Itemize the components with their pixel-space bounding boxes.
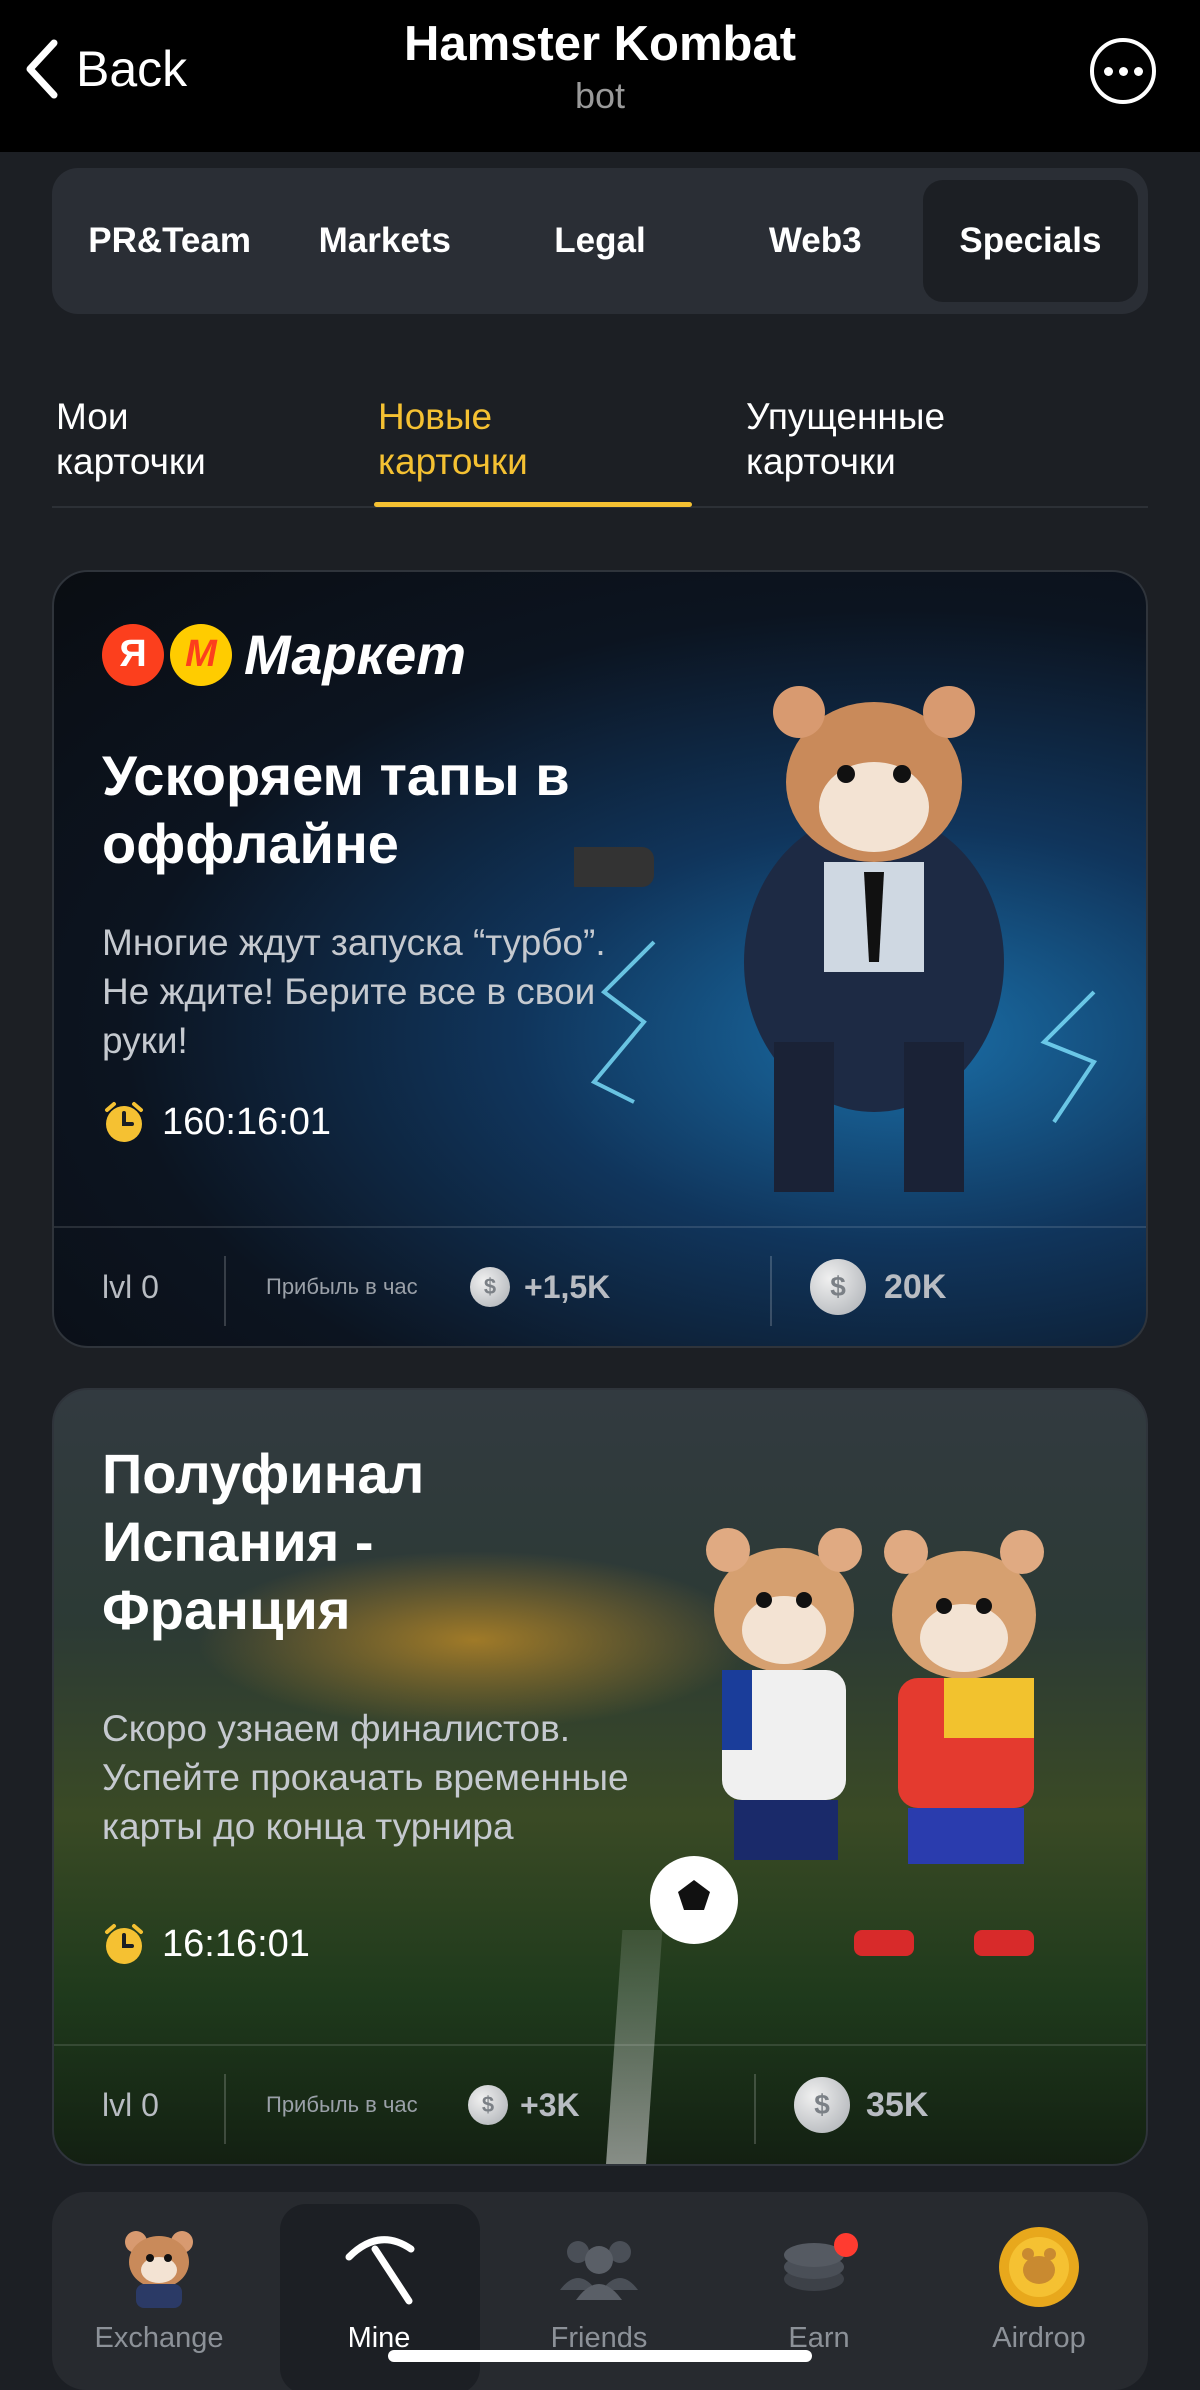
tab-prteam[interactable]: PR&Team	[62, 180, 277, 302]
divider	[224, 1256, 226, 1326]
timer-value: 160:16:01	[162, 1100, 332, 1143]
back-button[interactable]: Back	[22, 34, 187, 104]
coin-icon: $	[810, 1259, 866, 1315]
tab-specials[interactable]: Specials	[922, 180, 1139, 302]
card-timer: 16:16:01	[102, 1922, 310, 1966]
coin-icon: $	[470, 1267, 510, 1307]
tab-markets[interactable]: Markets	[277, 180, 492, 302]
brand-ya-mark: Я	[102, 623, 164, 686]
coins-icon	[774, 2222, 864, 2312]
profit-label: Прибыль в час	[266, 2092, 418, 2117]
app-title: Hamster Kombat	[403, 17, 797, 71]
card-footer: lvl 0 Прибыль в час $ +3K $ 35K	[54, 2044, 1146, 2164]
card-title: Полуфинал Испания - Франция	[102, 1442, 425, 1641]
profit-label: Прибыль в час	[266, 1274, 418, 1299]
dot-icon	[1133, 66, 1143, 76]
airdrop-coin-icon	[994, 2222, 1084, 2312]
hamster-icon	[114, 2222, 204, 2312]
card-description: Многие ждут запуска “турбо”. Не ждите! Б…	[102, 922, 606, 1061]
profit-per-hour-value: +1,5K	[524, 1268, 611, 1305]
tab-my-cards[interactable]: Мои карточки	[56, 394, 206, 484]
brand-name: Маркет	[244, 623, 467, 686]
nav-label: Exchange	[94, 2322, 224, 2354]
title-block: Hamster Kombat bot	[300, 14, 900, 118]
coin-icon: $	[794, 2077, 850, 2133]
app-subtitle: bot	[574, 75, 626, 116]
tab-missed-cards[interactable]: Упущенные карточки	[746, 394, 945, 484]
divider	[224, 2074, 226, 2144]
active-tab-indicator	[374, 502, 692, 507]
card-title: Ускоряем тапы в оффлайне	[102, 744, 570, 875]
category-tabs: PR&Team Markets Legal Web3 Specials	[52, 168, 1148, 314]
friends-icon	[554, 2222, 644, 2312]
card-filter-tabs: Мои карточки Новые карточки Упущенные ка…	[52, 380, 1148, 508]
back-label: Back	[76, 41, 188, 97]
dot-icon	[1103, 66, 1113, 76]
brand-m-mark: М	[170, 623, 232, 686]
divider	[754, 2074, 756, 2144]
dot-icon	[1118, 66, 1128, 76]
upgrade-card-semifinal[interactable]: Полуфинал Испания - Франция Скоро узнаем…	[52, 1388, 1148, 2166]
nav-airdrop[interactable]: Airdrop	[932, 2192, 1146, 2390]
nav-label: Airdrop	[992, 2322, 1086, 2354]
pickaxe-icon	[334, 2222, 424, 2312]
notification-badge	[834, 2233, 858, 2257]
more-options-button[interactable]	[1090, 38, 1156, 104]
upgrade-card-market[interactable]: Я М Маркет Ускоряем тапы в оффлайне Мног…	[52, 570, 1148, 1348]
nav-exchange[interactable]: Exchange	[52, 2192, 266, 2390]
card-footer: lvl 0 Прибыль в час $ +1,5K $ 20K	[54, 1226, 1146, 1346]
upgrade-price: 35K	[866, 2085, 929, 2124]
tab-new-cards[interactable]: Новые карточки	[378, 394, 528, 484]
tab-web3[interactable]: Web3	[708, 180, 923, 302]
card-level: lvl 0	[102, 2086, 159, 2123]
chevron-left-icon	[26, 39, 58, 99]
hamsters-football-illustration	[650, 1528, 1044, 1956]
coin-icon: $	[468, 2085, 508, 2125]
card-timer: 160:16:01	[102, 1100, 331, 1144]
profit-per-hour-value: +3K	[520, 2086, 580, 2123]
card-description: Скоро узнаем финалистов. Успейте прокача…	[102, 1708, 629, 1847]
divider	[770, 1256, 772, 1326]
home-indicator[interactable]	[388, 2350, 812, 2362]
top-bar: Back Hamster Kombat bot	[0, 0, 1200, 152]
yandex-market-logo: Я М Маркет	[102, 622, 466, 687]
tab-legal[interactable]: Legal	[492, 180, 707, 302]
timer-value: 16:16:01	[162, 1922, 310, 1965]
upgrade-price: 20K	[884, 1267, 947, 1306]
card-level: lvl 0	[102, 1268, 159, 1305]
hamster-kombat-page: Back Hamster Kombat bot PR&Team Markets …	[0, 0, 1200, 2390]
alarm-clock-icon	[105, 1102, 143, 1142]
alarm-clock-icon	[105, 1924, 143, 1964]
